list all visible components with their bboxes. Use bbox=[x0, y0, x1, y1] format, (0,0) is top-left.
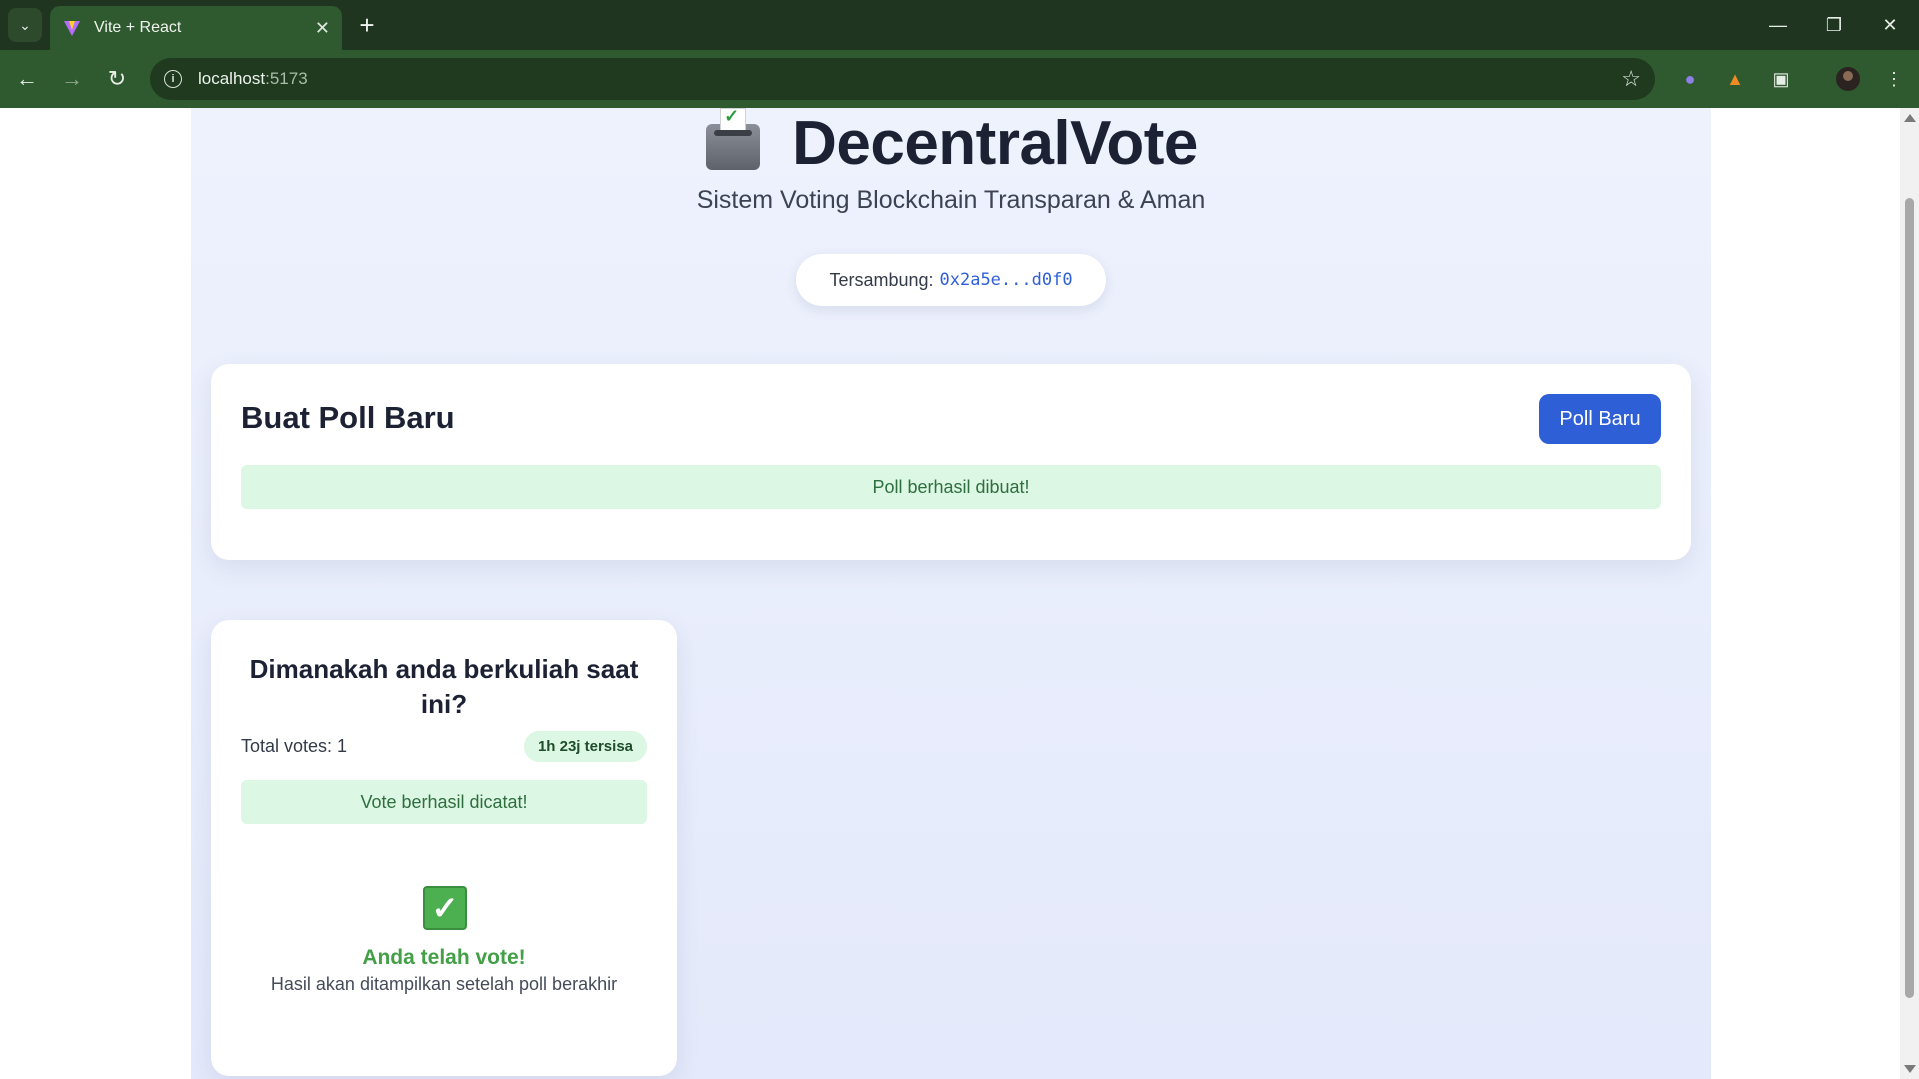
url-text: localhost:5173 bbox=[198, 69, 308, 88]
poll-meta: Total votes: 1 1h 23j tersisa bbox=[241, 730, 647, 762]
app-header: ✓ DecentralVote bbox=[191, 108, 1711, 178]
back-arrow-icon[interactable]: ← bbox=[10, 62, 44, 96]
browser-tab-bar: ⌄ Vite + React ✕ + — ❐ ✕ bbox=[0, 0, 1919, 50]
wallet-address: 0x2a5e...d0f0 bbox=[939, 270, 1073, 290]
scroll-down-icon[interactable] bbox=[1904, 1065, 1916, 1073]
minimize-icon[interactable]: — bbox=[1758, 8, 1798, 42]
create-poll-title: Buat Poll Baru bbox=[241, 400, 455, 435]
extensions-puzzle-icon[interactable]: ▣ bbox=[1767, 65, 1795, 93]
new-poll-button[interactable]: Poll Baru bbox=[1539, 394, 1661, 444]
vite-logo-icon bbox=[62, 18, 82, 38]
voted-note: Hasil akan ditampilkan setelah poll bera… bbox=[270, 974, 618, 994]
site-info-icon[interactable]: i bbox=[164, 70, 182, 88]
extension-ghost-icon[interactable]: ● bbox=[1676, 65, 1704, 93]
vote-recorded-alert: Vote berhasil dicatat! bbox=[241, 780, 647, 824]
window-close-icon[interactable]: ✕ bbox=[1870, 8, 1910, 42]
poll-question: Dimanakah anda berkuliah saat ini? bbox=[249, 654, 639, 719]
browser-toolbar: ← → ↻ i localhost:5173 ☆ ● ▲ ▣ ⋮ bbox=[0, 50, 1919, 108]
new-tab-icon[interactable]: + bbox=[352, 10, 382, 40]
page-scrollbar[interactable] bbox=[1900, 108, 1919, 1079]
scrollbar-thumb[interactable] bbox=[1905, 198, 1914, 998]
metamask-fox-icon[interactable]: ▲ bbox=[1721, 65, 1749, 93]
tab-search-chevron-icon[interactable]: ⌄ bbox=[8, 8, 42, 42]
ballot-box-icon: ✓ bbox=[704, 108, 762, 172]
scroll-up-icon[interactable] bbox=[1904, 114, 1916, 122]
bookmark-star-icon[interactable]: ☆ bbox=[1621, 66, 1641, 92]
app-container: ✓ DecentralVote Sistem Voting Blockchain… bbox=[191, 108, 1711, 1079]
total-votes: Total votes: 1 bbox=[241, 735, 348, 756]
voted-title: Anda telah vote! bbox=[362, 946, 526, 969]
wallet-label: Tersambung: bbox=[829, 269, 934, 290]
create-poll-card: Buat Poll Baru Poll Baru Poll berhasil d… bbox=[211, 364, 1691, 560]
profile-avatar[interactable] bbox=[1834, 65, 1862, 93]
reload-icon[interactable]: ↻ bbox=[100, 62, 134, 96]
tab-title: Vite + React bbox=[94, 19, 182, 36]
app-subtitle: Sistem Voting Blockchain Transparan & Am… bbox=[696, 186, 1206, 214]
restore-icon[interactable]: ❐ bbox=[1814, 8, 1854, 42]
check-box-icon: ✓ bbox=[423, 886, 467, 930]
tab-close-icon[interactable]: ✕ bbox=[315, 18, 330, 39]
forward-arrow-icon[interactable]: → bbox=[55, 62, 89, 96]
browser-menu-icon[interactable]: ⋮ bbox=[1880, 65, 1908, 93]
page-viewport: ✓ DecentralVote Sistem Voting Blockchain… bbox=[0, 108, 1900, 1079]
app-title: DecentralVote bbox=[792, 108, 1198, 178]
poll-card: Dimanakah anda berkuliah saat ini? Total… bbox=[211, 620, 677, 1076]
address-bar[interactable]: i localhost:5173 ☆ bbox=[150, 58, 1655, 100]
time-remaining-badge: 1h 23j tersisa bbox=[523, 730, 647, 762]
browser-tab[interactable]: Vite + React ✕ bbox=[50, 6, 342, 50]
poll-created-alert: Poll berhasil dibuat! bbox=[241, 465, 1661, 509]
wallet-status-pill: Tersambung: 0x2a5e...d0f0 bbox=[796, 254, 1106, 306]
